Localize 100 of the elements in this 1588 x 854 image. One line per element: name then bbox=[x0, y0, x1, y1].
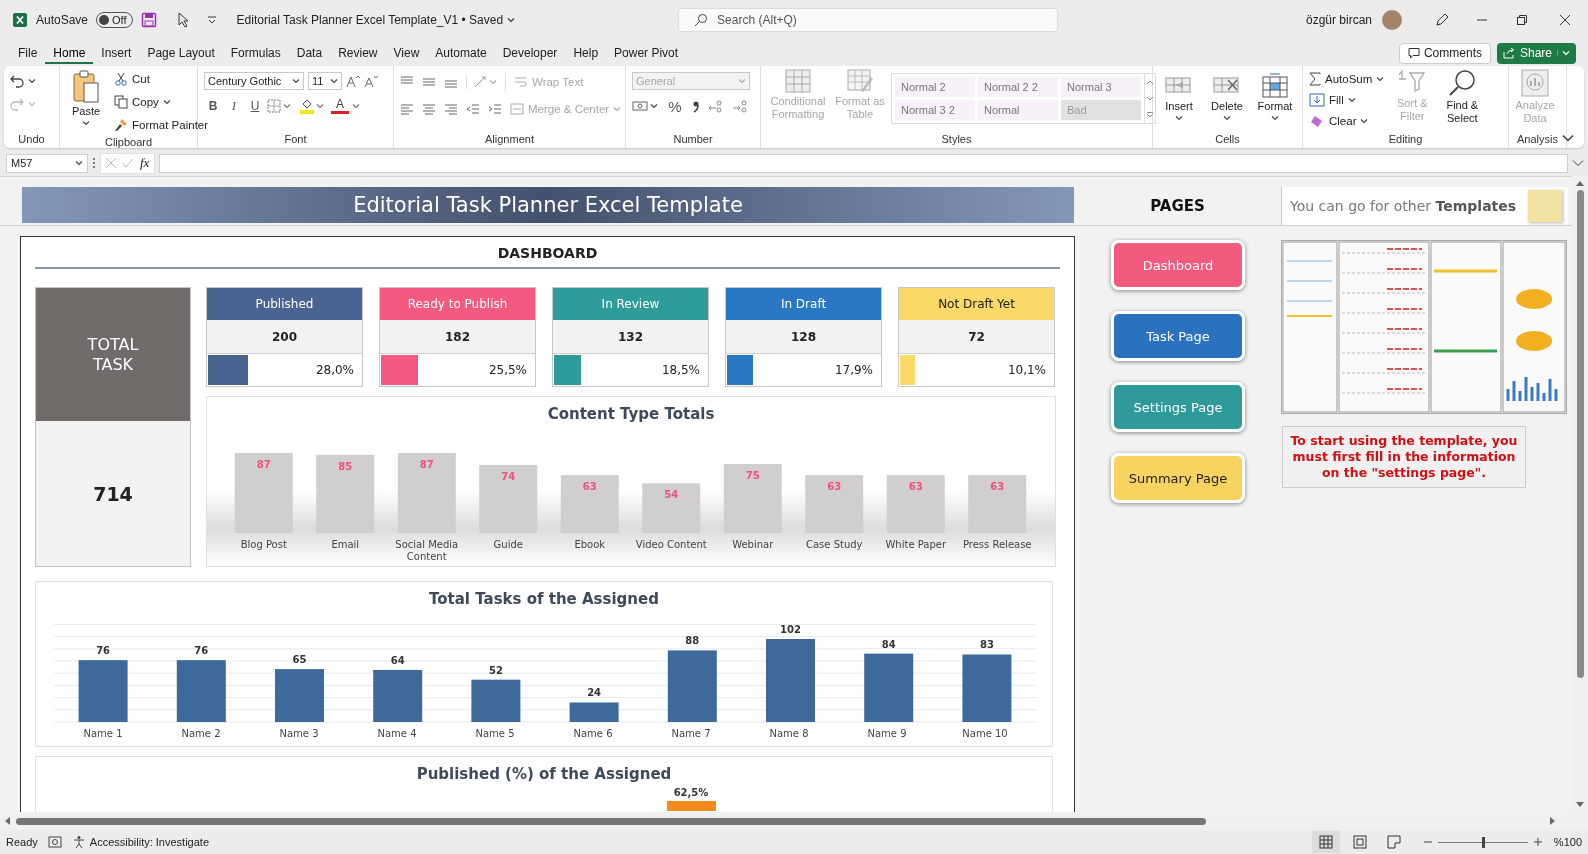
font-name-dropdown[interactable]: Century Gothic bbox=[204, 72, 304, 90]
page-break-icon bbox=[1386, 835, 1401, 849]
cell-style[interactable]: Normal 3 2 bbox=[895, 100, 975, 120]
accounting-format-button[interactable] bbox=[632, 100, 658, 112]
editing-command[interactable]: Clear bbox=[1309, 111, 1385, 131]
zoom-level[interactable]: %100 bbox=[1553, 836, 1582, 848]
ribbon-tab[interactable]: Home bbox=[45, 42, 94, 64]
borders-button[interactable] bbox=[267, 99, 291, 113]
ribbon-tab[interactable]: Help bbox=[565, 42, 607, 64]
cancel-button[interactable] bbox=[106, 158, 116, 168]
category-label: Guide bbox=[493, 539, 523, 550]
data-label: 84 bbox=[881, 638, 896, 650]
cell-style[interactable]: Normal 3 bbox=[1061, 77, 1141, 97]
cell-style[interactable]: Normal 2 2 bbox=[978, 77, 1058, 97]
document-title[interactable]: Editorial Task Planner Excel Template_V1 • Saved bbox=[236, 13, 516, 27]
search-field[interactable]: Search (Alt+Q) bbox=[678, 8, 1059, 32]
eraser-icon bbox=[1309, 114, 1325, 128]
ribbon-tab[interactable]: Power Pivot bbox=[606, 42, 687, 64]
scrollbar-thumb[interactable] bbox=[1576, 190, 1584, 678]
pointer-icon bbox=[176, 12, 191, 28]
decrease-decimal-button[interactable] bbox=[732, 99, 748, 113]
fill-color-button[interactable] bbox=[300, 98, 324, 114]
data-label: 63 bbox=[990, 481, 1005, 493]
editing-command[interactable]: Find & Select bbox=[1440, 69, 1485, 125]
page-button[interactable]: Task Page bbox=[1111, 311, 1245, 361]
page-button[interactable]: Summary Page bbox=[1111, 453, 1245, 503]
ribbon-tab[interactable]: Insert bbox=[93, 42, 140, 64]
cells-command[interactable]: Delete bbox=[1207, 72, 1247, 121]
zoom-out-button[interactable] bbox=[1423, 838, 1432, 846]
collapse-ribbon-button[interactable] bbox=[1562, 134, 1574, 142]
accessibility-button[interactable]: Accessibility: Investigate bbox=[71, 835, 209, 849]
caret-icon bbox=[316, 103, 324, 109]
ribbon-tab[interactable]: File bbox=[10, 42, 46, 64]
touch-mode-button[interactable] bbox=[176, 12, 191, 28]
formula-input[interactable] bbox=[159, 153, 1568, 173]
bar bbox=[373, 669, 423, 722]
group-label: Styles bbox=[940, 132, 973, 147]
bar bbox=[864, 653, 914, 722]
avatar[interactable] bbox=[1382, 10, 1402, 30]
cell-style[interactable]: Normal bbox=[978, 100, 1058, 120]
ribbon-tab[interactable]: View bbox=[385, 42, 428, 64]
status-count: 182 bbox=[380, 320, 535, 354]
caret-icon bbox=[1562, 134, 1574, 142]
comma-style-button[interactable] bbox=[692, 99, 700, 113]
bar bbox=[962, 654, 1012, 722]
clipboard-command[interactable]: Format Painter bbox=[114, 115, 209, 135]
enter-button[interactable] bbox=[122, 158, 134, 168]
ribbon-tab[interactable]: Data bbox=[288, 42, 331, 64]
percent-button[interactable]: % bbox=[666, 97, 684, 115]
wrap-text-icon bbox=[514, 75, 528, 89]
category-label: Email bbox=[331, 539, 360, 550]
paste-button[interactable]: Paste bbox=[66, 69, 106, 126]
format-button[interactable]: I bbox=[225, 97, 243, 115]
view-button[interactable] bbox=[1311, 831, 1340, 853]
editing-command[interactable]: Fill bbox=[1309, 90, 1385, 110]
ribbon-tab[interactable]: Review bbox=[330, 42, 386, 64]
scrollbar-thumb[interactable] bbox=[16, 817, 1206, 825]
scroll-up-icon bbox=[1576, 180, 1584, 186]
data-label: 83 bbox=[979, 639, 994, 651]
ribbon-tab[interactable]: Page Layout bbox=[139, 42, 223, 64]
format-button[interactable]: U bbox=[246, 97, 264, 115]
bar bbox=[569, 702, 619, 722]
ribbon-tab[interactable]: Automate bbox=[427, 42, 495, 64]
caret-icon bbox=[206, 16, 217, 24]
name-box[interactable]: M57 bbox=[6, 153, 88, 173]
ribbon-tab[interactable]: Developer bbox=[494, 42, 566, 64]
save-button[interactable] bbox=[140, 12, 157, 28]
grow-font-button[interactable] bbox=[346, 74, 360, 88]
increase-decimal-button[interactable] bbox=[708, 99, 724, 113]
editing-command[interactable]: AutoSum bbox=[1309, 69, 1385, 89]
shrink-font-button[interactable] bbox=[364, 74, 378, 88]
share-button[interactable]: Share bbox=[1496, 42, 1576, 64]
data-label: 65 bbox=[292, 654, 307, 666]
cell-style[interactable]: Normal 2 bbox=[895, 77, 975, 97]
close-icon bbox=[1560, 15, 1570, 25]
sum-icon bbox=[1309, 72, 1321, 86]
status-label: In Draft bbox=[726, 288, 881, 320]
status-count: 128 bbox=[726, 320, 881, 354]
caret-icon bbox=[330, 78, 338, 84]
comments-button[interactable]: Comments bbox=[1398, 42, 1491, 64]
font-size-dropdown[interactable]: 11 bbox=[308, 72, 342, 90]
paint-bucket-icon bbox=[300, 98, 314, 114]
zoom-slider-thumb[interactable] bbox=[1481, 836, 1485, 848]
scroll-left-icon bbox=[4, 817, 10, 825]
cells-command[interactable]: Format bbox=[1255, 72, 1295, 121]
font-color-button[interactable]: A bbox=[331, 98, 349, 114]
ribbon-tab[interactable]: Formulas bbox=[222, 42, 289, 64]
user-name: özgür bircan bbox=[1305, 13, 1372, 27]
currency-icon bbox=[632, 100, 648, 112]
zoom-in-button[interactable] bbox=[1533, 838, 1542, 846]
search-icon bbox=[694, 13, 709, 27]
align-center-icon bbox=[422, 102, 436, 116]
caret-icon bbox=[1562, 50, 1570, 56]
dashboard-title: DASHBOARD bbox=[496, 244, 599, 263]
orientation-button[interactable] bbox=[466, 75, 497, 89]
conditional-format-icon bbox=[785, 69, 811, 93]
customize-button[interactable] bbox=[206, 16, 217, 24]
insert-function-button[interactable]: fx bbox=[140, 155, 150, 171]
cells-command[interactable]: Insert bbox=[1159, 72, 1199, 121]
sort-filter-icon bbox=[1397, 69, 1428, 95]
